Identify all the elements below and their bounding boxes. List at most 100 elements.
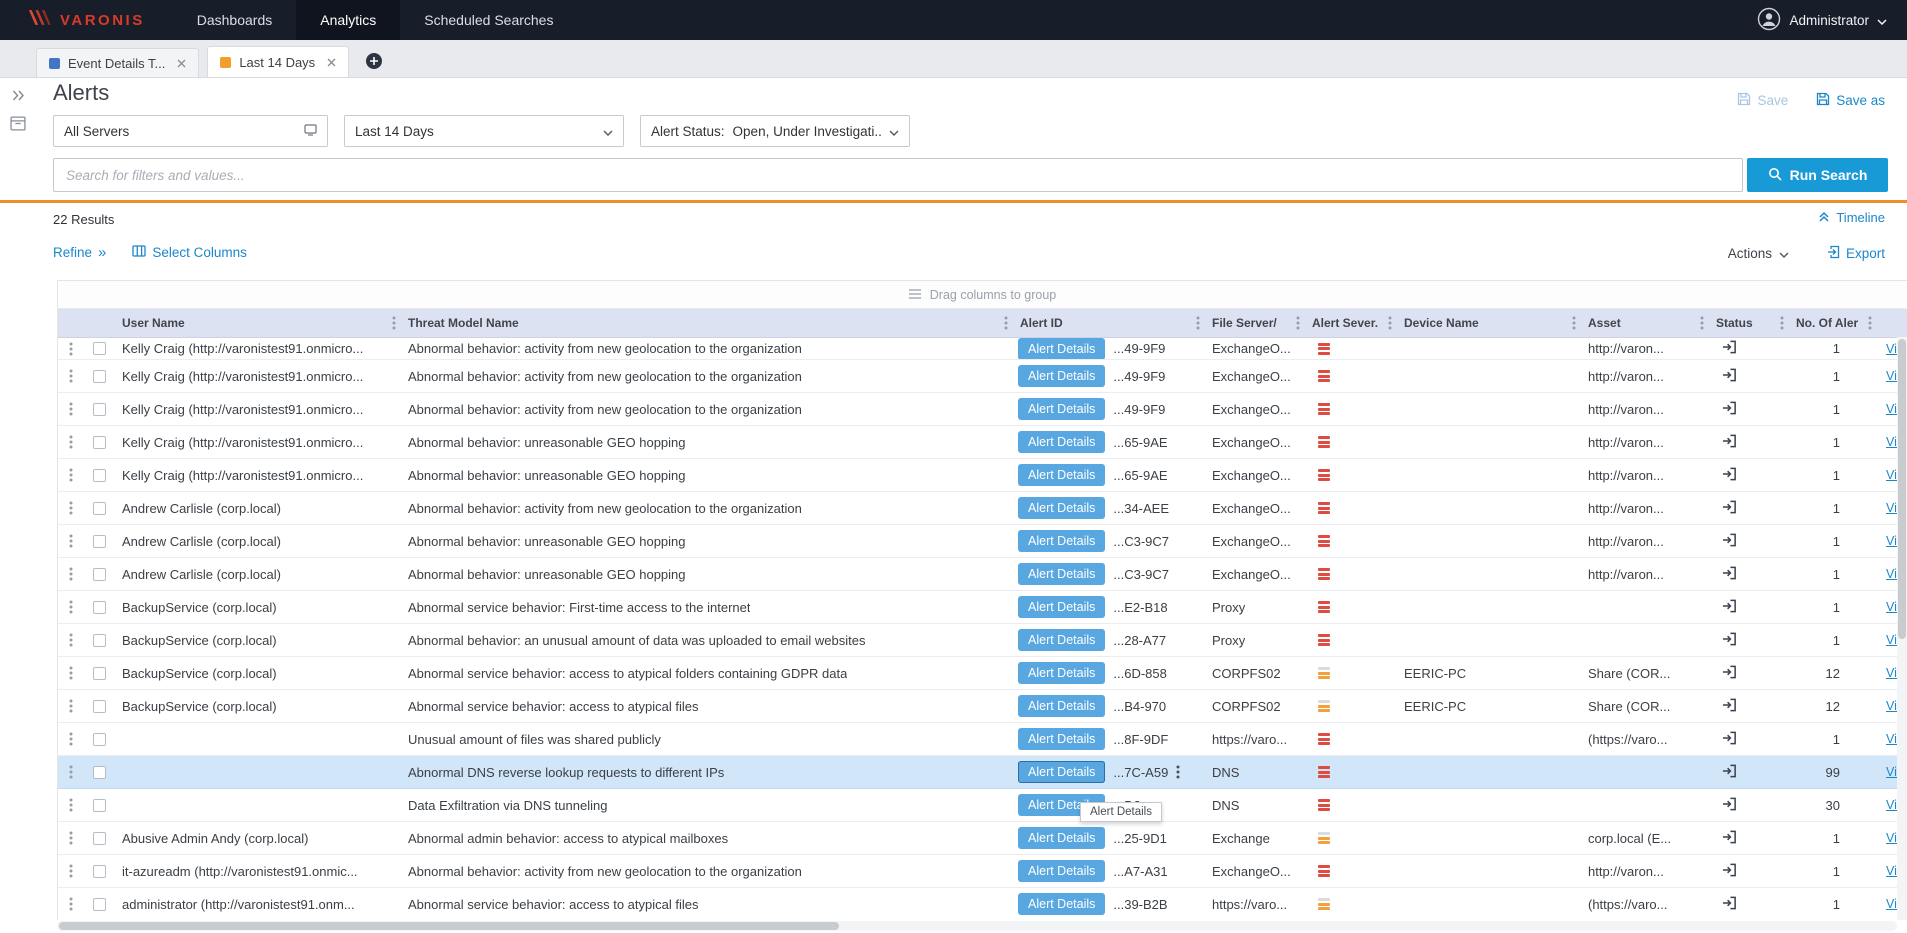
table-row[interactable]: Abnormal DNS reverse lookup requests to … — [58, 756, 1907, 789]
save-button[interactable]: Save — [1737, 92, 1788, 109]
column-header-status[interactable]: Status — [1708, 309, 1788, 337]
column-header-threat-model-name[interactable]: Threat Model Name — [400, 309, 1012, 337]
row-menu-icon[interactable] — [69, 632, 73, 648]
row-menu-icon[interactable] — [69, 830, 73, 846]
alert-details-button[interactable]: Alert Details — [1018, 827, 1105, 849]
alert-details-button[interactable]: Alert Details — [1018, 365, 1105, 387]
table-row[interactable]: Kelly Craig (http://varonistest91.onmicr… — [58, 426, 1907, 459]
table-row[interactable]: Kelly Craig (http://varonistest91.onmicr… — [58, 338, 1907, 360]
alert-details-button[interactable]: Alert Details — [1018, 398, 1105, 420]
row-checkbox[interactable] — [93, 436, 106, 449]
row-checkbox[interactable] — [93, 700, 106, 713]
alert-details-button[interactable]: Alert Details — [1018, 497, 1105, 519]
alert-details-button[interactable]: Alert Details — [1018, 662, 1105, 684]
save-as-button[interactable]: Save as — [1816, 92, 1885, 109]
user-menu[interactable]: Administrator — [1757, 7, 1907, 34]
table-row[interactable]: Data Exfiltration via DNS tunnelingAlert… — [58, 789, 1907, 822]
row-menu-icon[interactable] — [69, 566, 73, 582]
table-row[interactable]: Andrew Carlisle (corp.local)Abnormal beh… — [58, 558, 1907, 591]
row-menu-icon[interactable] — [69, 797, 73, 813]
column-header-alert-id[interactable]: Alert ID — [1012, 309, 1204, 337]
column-menu-icon[interactable] — [1296, 315, 1300, 331]
row-menu-icon[interactable] — [69, 341, 73, 357]
column-menu-icon[interactable] — [392, 315, 396, 331]
row-checkbox[interactable] — [93, 766, 106, 779]
row-menu-icon[interactable] — [69, 599, 73, 615]
row-checkbox[interactable] — [93, 832, 106, 845]
alert-status-select[interactable]: Alert Status: Open, Under Investigati... — [640, 115, 910, 147]
alert-details-button[interactable]: Alert Details — [1018, 530, 1105, 552]
table-row[interactable]: Kelly Craig (http://varonistest91.onmicr… — [58, 459, 1907, 492]
row-menu-icon[interactable] — [69, 533, 73, 549]
row-menu-icon[interactable] — [69, 401, 73, 417]
column-menu-icon[interactable] — [1196, 315, 1200, 331]
table-row[interactable]: BackupService (corp.local)Abnormal servi… — [58, 591, 1907, 624]
column-header-alert-sever[interactable]: Alert Sever. — [1304, 309, 1396, 337]
row-menu-icon[interactable] — [69, 368, 73, 384]
row-checkbox[interactable] — [93, 799, 106, 812]
table-row[interactable]: BackupService (corp.local)Abnormal behav… — [58, 624, 1907, 657]
row-menu-icon[interactable] — [69, 863, 73, 879]
row-menu-icon[interactable] — [69, 467, 73, 483]
column-menu-icon[interactable] — [1780, 315, 1784, 331]
row-checkbox[interactable] — [93, 403, 106, 416]
alert-details-button[interactable]: Alert Details — [1018, 629, 1105, 651]
row-checkbox[interactable] — [93, 865, 106, 878]
new-tab-button[interactable] — [365, 52, 383, 70]
row-checkbox[interactable] — [93, 342, 106, 355]
row-checkbox[interactable] — [93, 502, 106, 515]
horizontal-scrollbar[interactable] — [57, 921, 1897, 931]
horizontal-scrollbar-thumb[interactable] — [59, 922, 839, 930]
table-row[interactable]: BackupService (corp.local)Abnormal servi… — [58, 657, 1907, 690]
column-header-device-name[interactable]: Device Name — [1396, 309, 1580, 337]
row-menu-icon[interactable] — [69, 764, 73, 780]
alert-details-button[interactable]: Alert Details — [1018, 338, 1105, 359]
alert-details-button[interactable]: Alert Details — [1018, 563, 1105, 585]
row-checkbox[interactable] — [93, 535, 106, 548]
alert-row-menu-icon[interactable] — [1176, 764, 1180, 780]
alert-details-button[interactable]: Alert Details — [1018, 464, 1105, 486]
table-row[interactable]: Andrew Carlisle (corp.local)Abnormal beh… — [58, 525, 1907, 558]
tab-close-icon[interactable] — [327, 58, 336, 67]
tab-close-icon[interactable] — [177, 59, 186, 68]
vertical-scrollbar[interactable] — [1897, 337, 1907, 920]
alert-details-button[interactable]: Alert Details — [1018, 893, 1105, 915]
row-menu-icon[interactable] — [69, 665, 73, 681]
row-checkbox[interactable] — [93, 601, 106, 614]
sidebar-saved-searches-icon[interactable] — [10, 116, 26, 136]
row-checkbox[interactable] — [93, 370, 106, 383]
table-row[interactable]: Abusive Admin Andy (corp.local)Abnormal … — [58, 822, 1907, 855]
nav-item-scheduled-searches[interactable]: Scheduled Searches — [400, 0, 577, 40]
row-menu-icon[interactable] — [69, 896, 73, 912]
column-menu-icon[interactable] — [1868, 315, 1872, 331]
table-row[interactable]: BackupService (corp.local)Abnormal servi… — [58, 690, 1907, 723]
group-by-dropzone[interactable]: Drag columns to group — [58, 281, 1906, 309]
alert-details-button[interactable]: Alert Details — [1018, 431, 1105, 453]
row-checkbox[interactable] — [93, 634, 106, 647]
alert-details-button[interactable]: Alert Details — [1018, 728, 1105, 750]
export-button[interactable]: Export — [1827, 245, 1885, 262]
actions-menu-button[interactable]: Actions — [1728, 246, 1789, 261]
column-menu-icon[interactable] — [1004, 315, 1008, 331]
column-header-asset[interactable]: Asset — [1580, 309, 1708, 337]
alert-details-button[interactable]: Alert Details — [1018, 860, 1105, 882]
run-search-button[interactable]: Run Search — [1747, 158, 1888, 192]
row-menu-icon[interactable] — [69, 500, 73, 516]
nav-item-analytics[interactable]: Analytics — [296, 0, 400, 40]
column-header-no-of-aler[interactable]: No. Of Aler — [1788, 309, 1876, 337]
row-menu-icon[interactable] — [69, 434, 73, 450]
vertical-scrollbar-thumb[interactable] — [1898, 339, 1906, 639]
sidebar-expand-icon[interactable] — [12, 88, 25, 106]
alert-details-button[interactable]: Alert Details — [1018, 695, 1105, 717]
column-menu-icon[interactable] — [1572, 315, 1576, 331]
tab-last-14-days[interactable]: Last 14 Days — [207, 46, 349, 77]
nav-item-dashboards[interactable]: Dashboards — [173, 0, 297, 40]
table-row[interactable]: Unusual amount of files was shared publi… — [58, 723, 1907, 756]
row-menu-icon[interactable] — [69, 731, 73, 747]
table-row[interactable]: Andrew Carlisle (corp.local)Abnormal beh… — [58, 492, 1907, 525]
row-checkbox[interactable] — [93, 667, 106, 680]
alert-details-button[interactable]: Alert Details — [1018, 596, 1105, 618]
alert-details-button[interactable]: Alert Details — [1018, 761, 1105, 783]
row-checkbox[interactable] — [93, 568, 106, 581]
time-range-select[interactable]: Last 14 Days — [344, 115, 624, 147]
